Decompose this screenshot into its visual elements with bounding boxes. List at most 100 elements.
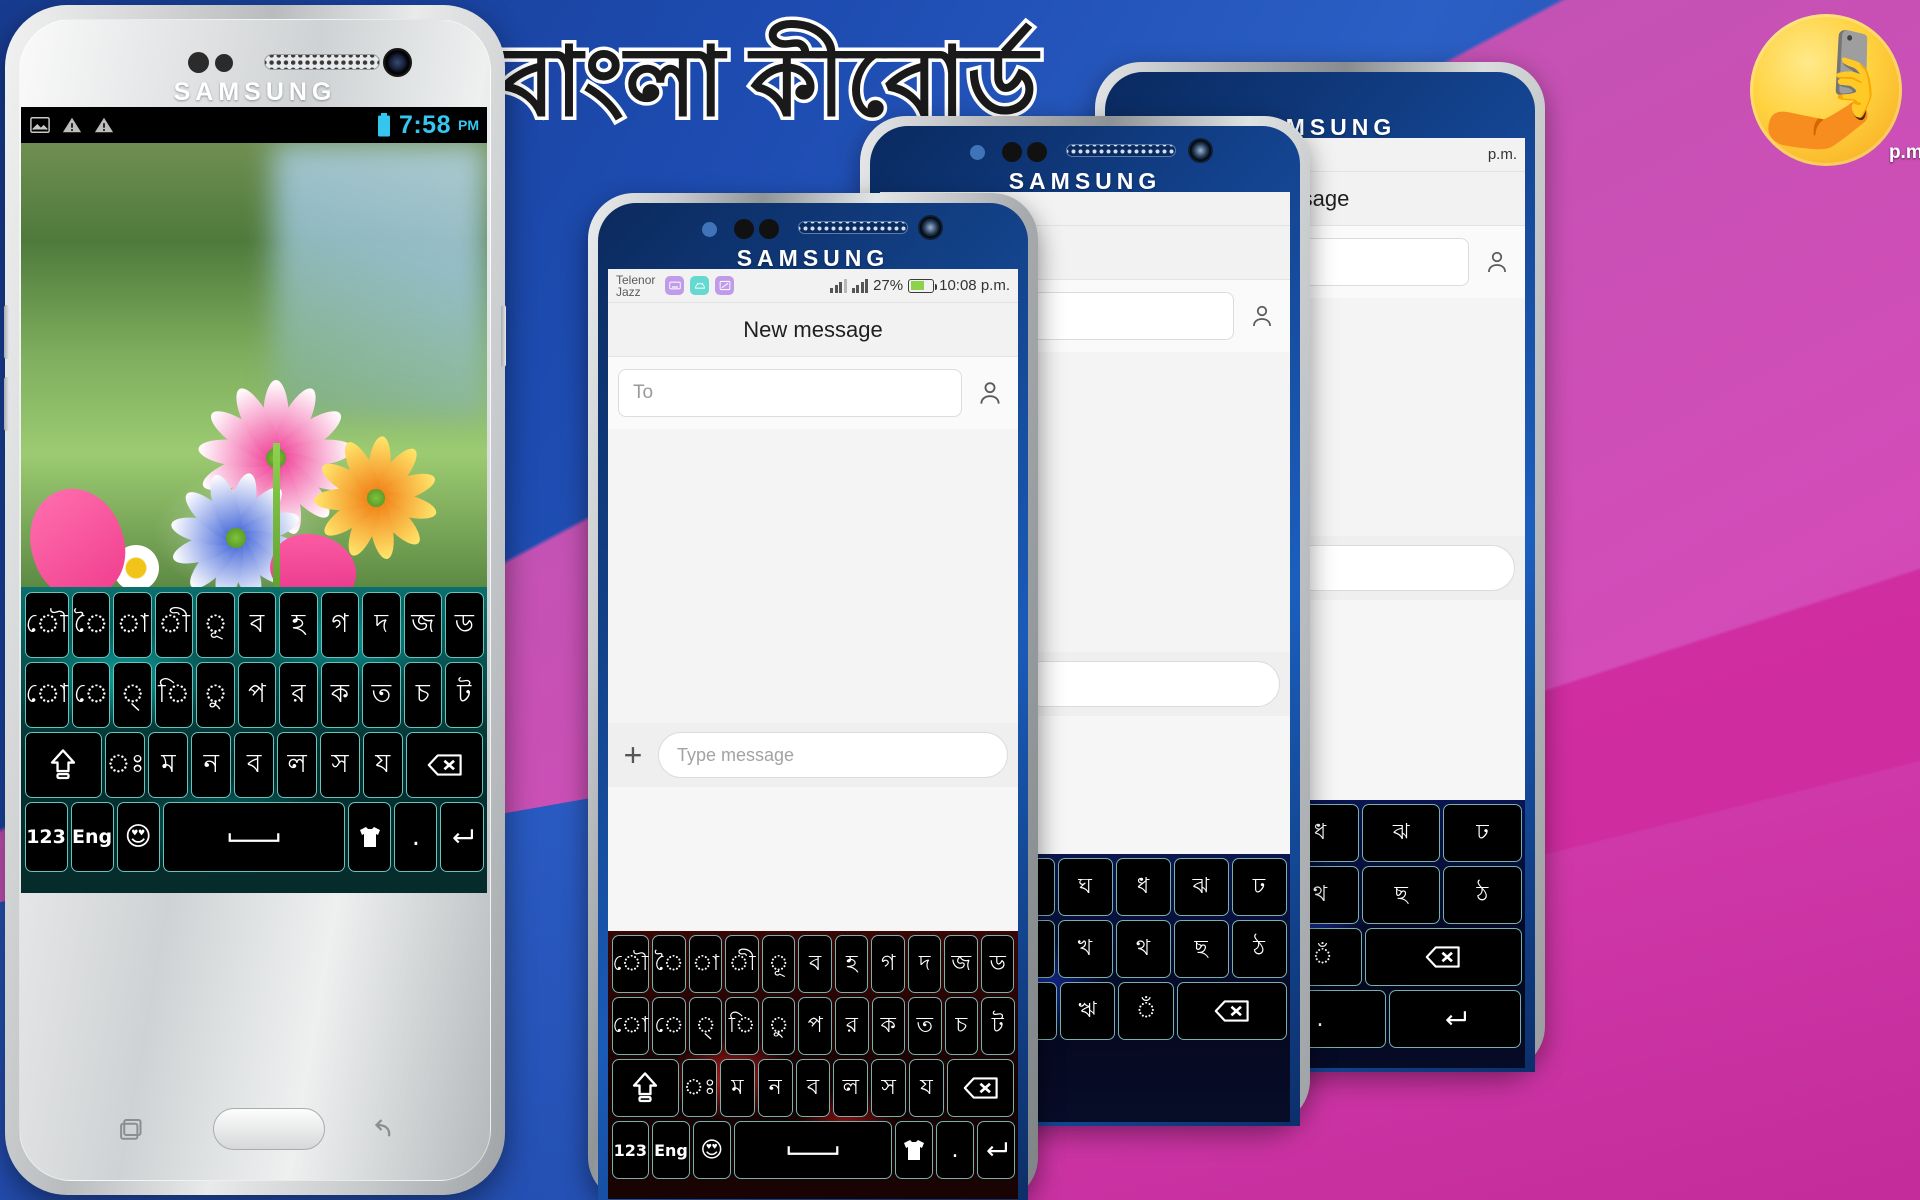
key-ম[interactable]: ম — [719, 1059, 755, 1117]
key-র[interactable]: র — [279, 662, 318, 728]
key-ি[interactable]: ি — [154, 662, 194, 728]
key-ড[interactable]: ড — [445, 592, 484, 658]
key-প[interactable]: প — [798, 997, 832, 1055]
key-স[interactable]: স — [319, 732, 360, 798]
key-্[interactable]: ্ — [113, 662, 152, 728]
key-ঋ[interactable]: ঋ — [1059, 982, 1116, 1040]
key-য[interactable]: য — [909, 1059, 944, 1117]
key-ঠ[interactable]: ঠ — [1231, 920, 1287, 978]
key-ে[interactable]: ে — [652, 997, 686, 1055]
key-ব[interactable]: ব — [237, 592, 277, 658]
volume-down-button[interactable] — [4, 377, 9, 431]
key-ল[interactable]: ল — [277, 732, 317, 798]
backspace-icon[interactable] — [1177, 982, 1287, 1040]
key-ক[interactable]: ক — [871, 997, 906, 1055]
key-দ[interactable]: দ — [362, 592, 401, 658]
key-ঢ[interactable]: ঢ — [1231, 858, 1287, 916]
key-ট[interactable]: ট — [981, 997, 1015, 1055]
key-😍[interactable]: 😍 — [692, 1121, 731, 1179]
key-ী[interactable]: ী — [725, 935, 759, 993]
key-জ[interactable]: জ — [403, 592, 443, 658]
key-ি[interactable]: ি — [725, 997, 759, 1055]
shift-icon[interactable] — [24, 732, 103, 798]
shirt-icon[interactable] — [348, 802, 392, 872]
key-ট[interactable]: ট — [445, 662, 484, 728]
key-চ[interactable]: চ — [944, 997, 979, 1055]
key-গ[interactable]: গ — [871, 935, 905, 993]
shirt-icon[interactable] — [895, 1121, 934, 1179]
key-ঝ[interactable]: ঝ — [1362, 804, 1441, 862]
key-ো[interactable]: ো — [24, 662, 69, 728]
key-ধ[interactable]: ধ — [1115, 858, 1171, 916]
key-থ[interactable]: থ — [1115, 920, 1171, 978]
key-র[interactable]: র — [834, 997, 869, 1055]
key-ক[interactable]: ক — [320, 662, 360, 728]
key-123[interactable]: 123 — [24, 802, 68, 872]
key-123[interactable]: 123 — [611, 1121, 650, 1179]
key-গ[interactable]: গ — [320, 592, 360, 658]
key-জ[interactable]: জ — [944, 935, 978, 993]
enter-icon[interactable] — [1389, 990, 1522, 1048]
key-ঃ[interactable]: ঃ — [105, 732, 146, 798]
key-য[interactable]: য — [362, 732, 403, 798]
shift-icon[interactable] — [611, 1059, 680, 1117]
key-ঝ[interactable]: ঝ — [1173, 858, 1229, 916]
key-প[interactable]: প — [237, 662, 277, 728]
key-ো[interactable]: ো — [611, 997, 650, 1055]
key-ঘ[interactable]: ঘ — [1057, 858, 1113, 916]
phone-2-keyboard[interactable]: ৌৈাীূ ব হ গ দ জ ড োে্িু প র ক ত চ ট ঃ ম ন ব ল স য 123 Eng 😍. — [608, 931, 1018, 1199]
type-message-input[interactable]: Type message — [658, 732, 1008, 778]
key-দ[interactable]: দ — [907, 935, 942, 993]
contact-picker-icon[interactable] — [1244, 298, 1280, 334]
key-ঁ[interactable]: ঁ — [1118, 982, 1175, 1040]
key-ৈ[interactable]: ৈ — [652, 935, 686, 993]
key-eng[interactable]: Eng — [70, 802, 114, 872]
key-ে[interactable]: ে — [71, 662, 111, 728]
key-্[interactable]: ্ — [688, 997, 723, 1055]
key-ঠ[interactable]: ঠ — [1443, 866, 1522, 924]
enter-icon[interactable] — [440, 802, 484, 872]
key-.[interactable]: . — [394, 802, 438, 872]
back-button[interactable] — [364, 1116, 394, 1144]
key-ূ[interactable]: ূ — [761, 935, 796, 993]
key-😍[interactable]: 😍 — [116, 802, 160, 872]
key-ল[interactable]: ল — [833, 1059, 869, 1117]
key-ু[interactable]: ু — [196, 662, 235, 728]
key-ৌ[interactable]: ৌ — [24, 592, 69, 658]
key-ু[interactable]: ু — [761, 997, 796, 1055]
key-হ[interactable]: হ — [279, 592, 318, 658]
key-ৌ[interactable]: ৌ — [611, 935, 650, 993]
key-ী[interactable]: ী — [154, 592, 194, 658]
backspace-icon[interactable] — [1365, 928, 1522, 986]
key-ব[interactable]: ব — [234, 732, 275, 798]
key-ত[interactable]: ত — [362, 662, 401, 728]
key-া[interactable]: া — [113, 592, 152, 658]
backspace-icon[interactable] — [405, 732, 484, 798]
to-input[interactable]: To — [618, 369, 962, 417]
key-খ[interactable]: খ — [1057, 920, 1113, 978]
contact-picker-icon[interactable] — [1479, 244, 1515, 280]
home-button[interactable] — [213, 1108, 325, 1150]
key-ঃ[interactable]: ঃ — [682, 1059, 717, 1117]
key-ম[interactable]: ম — [148, 732, 189, 798]
key-ন[interactable]: ন — [757, 1059, 793, 1117]
key-স[interactable]: স — [871, 1059, 907, 1117]
phone-1-keyboard[interactable]: ৌৈাীূ ব হ গ দ জ ড োে্িু প র ক ত চ ট ঃ ম ন ব ল স য 123 Eng 😍. — [21, 587, 487, 893]
contact-picker-icon[interactable] — [972, 375, 1008, 411]
power-button[interactable] — [501, 305, 506, 367]
enter-icon[interactable] — [976, 1121, 1015, 1179]
space-icon[interactable] — [733, 1121, 893, 1179]
recents-button[interactable] — [118, 1116, 148, 1144]
key-ব[interactable]: ব — [798, 935, 832, 993]
space-icon[interactable] — [162, 802, 346, 872]
volume-up-button[interactable] — [4, 305, 9, 359]
key-eng[interactable]: Eng — [652, 1121, 690, 1179]
add-attachment-icon[interactable]: + — [618, 739, 648, 771]
key-ত[interactable]: ত — [908, 997, 942, 1055]
key-ূ[interactable]: ূ — [196, 592, 235, 658]
key-ড[interactable]: ড — [980, 935, 1015, 993]
key-া[interactable]: া — [688, 935, 723, 993]
key-চ[interactable]: চ — [403, 662, 443, 728]
backspace-icon[interactable] — [946, 1059, 1015, 1117]
key-ৈ[interactable]: ৈ — [71, 592, 111, 658]
